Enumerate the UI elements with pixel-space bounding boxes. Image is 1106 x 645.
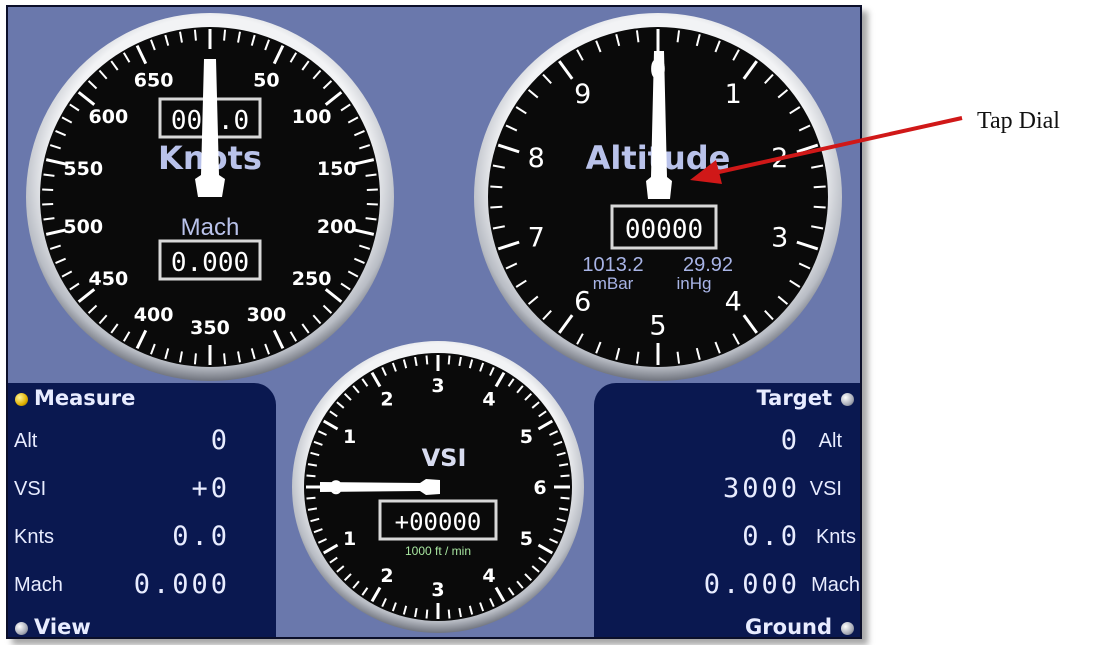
tap-dial-arrow xyxy=(690,116,963,184)
tap-dial-label: Tap Dial xyxy=(977,108,1060,134)
arrowhead-icon xyxy=(690,160,722,184)
